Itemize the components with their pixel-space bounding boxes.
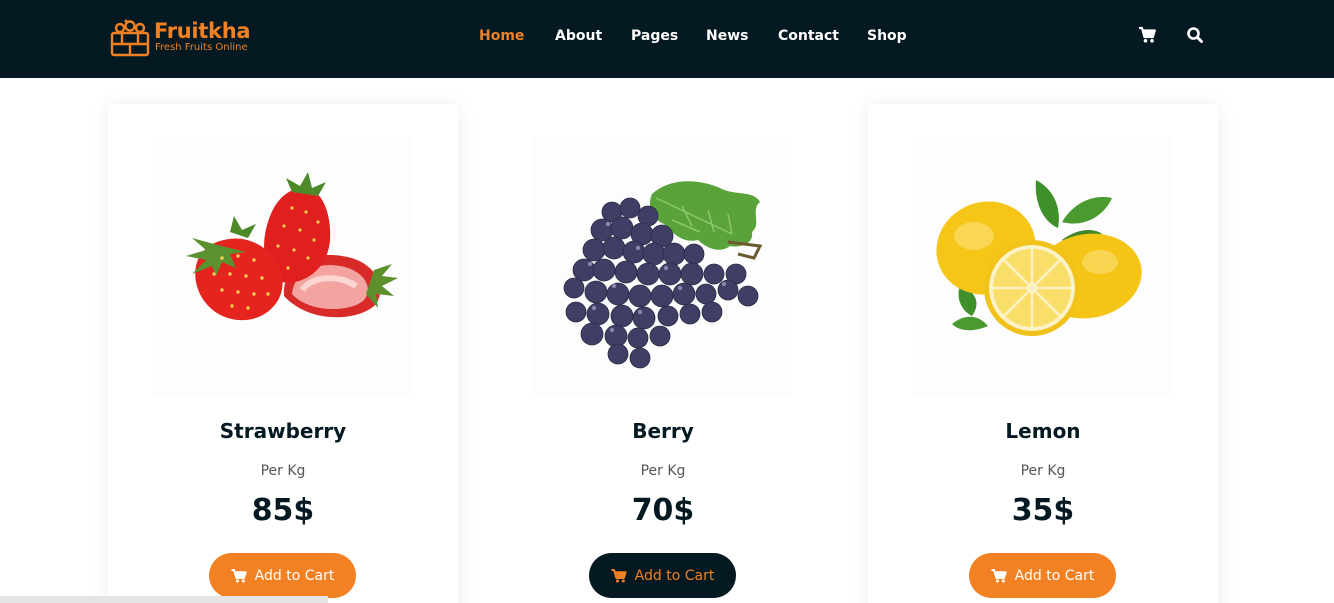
shopping-cart-icon — [991, 568, 1007, 582]
product-image[interactable] — [152, 136, 412, 396]
product-name: Berry — [632, 419, 694, 443]
add-to-cart-button[interactable]: Add to Cart — [209, 553, 356, 598]
add-to-cart-label: Add to Cart — [1014, 567, 1095, 584]
shopping-cart-icon — [611, 568, 627, 582]
main-nav: Home About Pages News Contact Shop — [0, 26, 1334, 46]
product-name: Strawberry — [219, 419, 347, 443]
site-header: Fruitkha Fresh Fruits Online Home About … — [0, 0, 1334, 78]
product-unit: Per Kg — [1020, 463, 1066, 479]
nav-home[interactable]: Home — [479, 26, 524, 46]
lemon-image — [936, 180, 1142, 336]
horizontal-scrollbar[interactable] — [0, 596, 328, 603]
product-price: 85$ — [251, 493, 315, 528]
add-to-cart-label: Add to Cart — [634, 567, 715, 584]
grapes-image — [563, 181, 763, 369]
product-image[interactable] — [912, 136, 1172, 396]
product-name: Lemon — [1005, 419, 1081, 443]
nav-about[interactable]: About — [555, 26, 602, 46]
product-card-strawberry: Strawberry Per Kg 85$ Add to Cart — [108, 104, 458, 603]
nav-shop[interactable]: Shop — [867, 26, 907, 46]
product-unit: Per Kg — [260, 463, 306, 479]
product-price: 70$ — [631, 493, 695, 528]
product-image[interactable] — [532, 136, 792, 396]
product-price: 35$ — [1011, 493, 1075, 528]
shopping-cart-icon[interactable] — [1138, 26, 1156, 44]
strawberry-image — [186, 172, 398, 321]
add-to-cart-button[interactable]: Add to Cart — [969, 553, 1116, 598]
search-icon[interactable] — [1186, 26, 1204, 44]
add-to-cart-button[interactable]: Add to Cart — [589, 553, 736, 598]
nav-contact[interactable]: Contact — [778, 26, 839, 46]
add-to-cart-label: Add to Cart — [254, 567, 335, 584]
product-card-berry: Berry Per Kg 70$ Add to Cart — [488, 104, 838, 603]
shopping-cart-icon — [231, 568, 247, 582]
nav-news[interactable]: News — [706, 26, 748, 46]
product-unit: Per Kg — [640, 463, 686, 479]
nav-pages[interactable]: Pages — [631, 26, 678, 46]
product-card-lemon: Lemon Per Kg 35$ Add to Cart — [868, 104, 1218, 603]
